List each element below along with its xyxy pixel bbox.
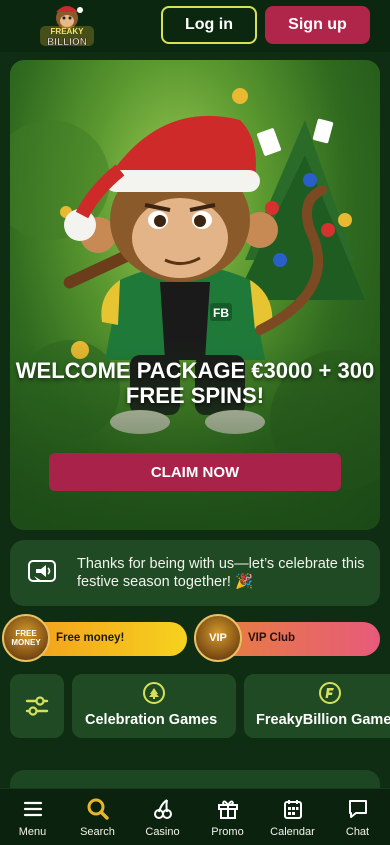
top-header: FREAKY BILLION Log in Sign up [0,0,390,52]
jacket-fb-text: FB [213,306,229,320]
chat-icon [348,800,367,818]
logo-line1: FREAKY [51,27,85,36]
megaphone-icon [28,560,56,582]
freakybillion-coin-icon [319,682,341,704]
logo-line2: BILLION [47,37,87,48]
claim-now-button[interactable]: CLAIM NOW [49,453,341,491]
nav-promo-label: Promo [211,826,244,838]
nav-calendar[interactable]: Calendar [260,789,325,845]
category-freakybillion-games[interactable]: FreakyBillion Games [244,674,390,738]
category-label: FreakyBillion Games [256,712,390,728]
search-icon [87,798,109,820]
tree-icon [143,682,165,704]
vip-club-label: VIP Club [248,632,296,644]
cherries-icon [153,799,172,819]
nav-search-label: Search [80,826,115,838]
signup-button[interactable]: Sign up [265,6,370,44]
nav-menu-label: Menu [18,826,47,838]
menu-icon [23,801,42,817]
nav-menu[interactable]: Menu [0,789,65,845]
free-money-badge-icon: FREE MONEY [2,614,50,662]
free-money-label: Free money! [56,632,125,644]
bottom-navigation: Menu Search Casino Promo Calendar Chat [0,788,390,845]
category-label: Celebration Games [85,712,218,728]
nav-promo[interactable]: Promo [195,789,260,845]
sliders-icon [25,696,49,716]
nav-search[interactable]: Search [65,789,130,845]
welcome-package-title: WELCOME PACKAGE €3000 + 300 FREE SPINS! [15,358,375,408]
category-celebration-games[interactable]: Celebration Games [72,674,236,738]
vip-badge-icon: VIP [194,614,242,662]
nav-chat[interactable]: Chat [325,789,390,845]
filter-button[interactable] [10,674,64,738]
calendar-icon [283,800,302,819]
welcome-package-banner[interactable]: FB WELCOME PACKAGE €3000 + 300 FREE SPIN… [10,60,380,530]
nav-calendar-label: Calendar [270,826,315,838]
notice-text: Thanks for being with us—let’s celebrate… [77,556,365,590]
nav-casino[interactable]: Casino [130,789,195,845]
festive-notice: Thanks for being with us—let’s celebrate… [10,540,380,606]
login-button[interactable]: Log in [161,6,257,44]
gift-icon [217,800,238,819]
freakybillion-logo[interactable]: FREAKY BILLION [36,4,98,48]
logo-monkey-icon: FREAKY BILLION [40,6,94,48]
nav-chat-label: Chat [345,826,370,838]
nav-casino-label: Casino [145,826,180,838]
